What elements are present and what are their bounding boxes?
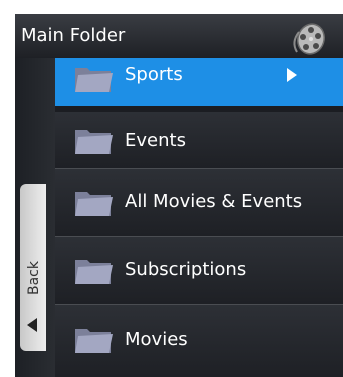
folder-icon [73,62,113,94]
folder-icon [73,186,113,218]
menu-item-movies[interactable]: Movies [55,305,343,377]
menu-item-label: Events [125,130,186,151]
menu-item-all-movies-events[interactable]: All Movies & Events [55,169,343,237]
chevron-right-icon [287,68,297,82]
menu-item-label: Sports [125,64,183,85]
back-label: Back [26,261,42,295]
header: Main Folder [15,14,343,58]
film-reel-icon [289,22,329,56]
page-title: Main Folder [21,25,126,46]
menu-item-subscriptions[interactable]: Subscriptions [55,237,343,305]
back-button[interactable]: Back [20,184,46,351]
sidebar: Back [15,58,55,377]
menu-item-events[interactable]: Events [55,112,343,169]
folder-icon [73,254,113,286]
menu-item-label: Subscriptions [125,259,247,280]
menu-panel: Main Folder Back Sports Events All Movie… [15,14,343,377]
folder-list: Sports Events All Movies & Events Subscr… [55,58,343,377]
menu-item-label: All Movies & Events [125,191,303,212]
folder-icon [73,323,113,355]
left-arrow-icon [27,318,37,332]
menu-item-sports[interactable]: Sports [55,58,343,106]
menu-item-label: Movies [125,329,188,350]
folder-icon [73,124,113,156]
